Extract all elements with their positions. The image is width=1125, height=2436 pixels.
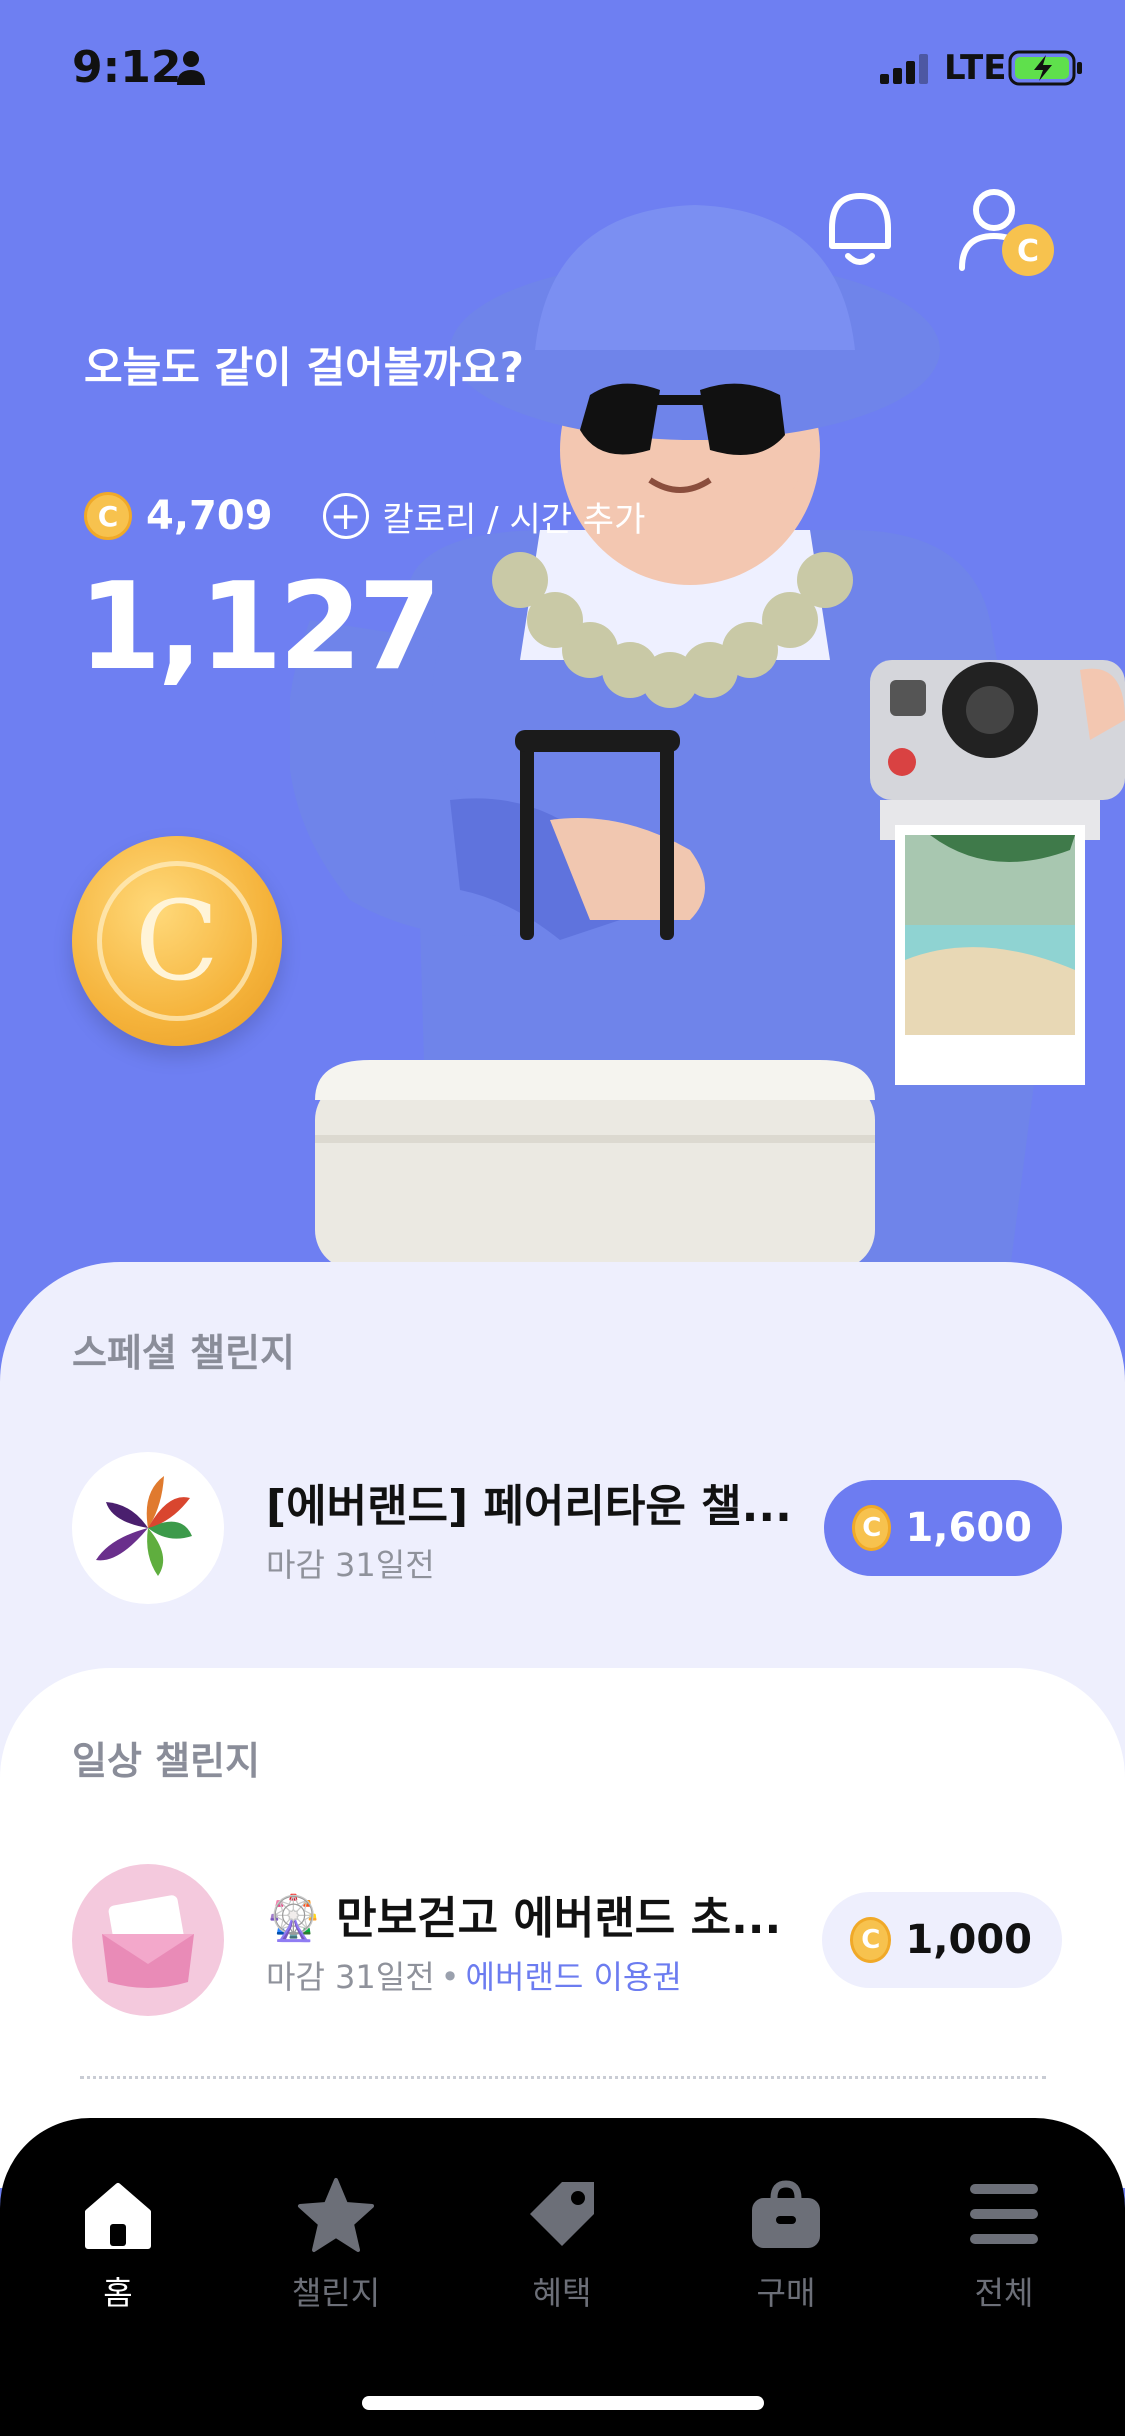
separator-dot: •	[440, 1958, 460, 1996]
coin-icon: C	[97, 861, 257, 1021]
collect-coin-button[interactable]: C	[72, 836, 282, 1046]
points-balance: 4,709	[146, 493, 273, 539]
home-indicator[interactable]	[362, 2396, 764, 2410]
envelope-icon	[102, 1895, 194, 1988]
challenge-title-text: 만보걷고 에버랜드 초...	[336, 1893, 782, 1944]
challenge-meta: 마감 31일전 • 에버랜드 이용권	[266, 1952, 682, 1998]
section-title-special: 스페셜 챌린지	[72, 1331, 295, 1375]
status-time: 9:12	[72, 42, 182, 93]
ticket-envelope-thumbnail	[72, 1864, 224, 2016]
greeting-text: 오늘도 같이 걸어볼까요?	[84, 343, 525, 392]
signal-icon	[880, 54, 928, 84]
battery-icon	[1008, 50, 1082, 86]
nav-label: 혜택	[532, 2274, 592, 2312]
special-challenge-item[interactable]: [에버랜드] 페어리타운 챌... 마감 31일전 C 1,600	[72, 1452, 1062, 1612]
coin-icon: C	[84, 492, 132, 540]
add-calorie-time-button[interactable]: + 칼로리 / 시간 추가	[322, 492, 646, 541]
notification-bell-icon[interactable]	[820, 188, 900, 272]
nav-label: 구매	[756, 2274, 816, 2312]
challenge-deadline: 마감 31일전	[266, 1546, 435, 1584]
ferris-wheel-icon: 🎡	[266, 1893, 321, 1944]
nav-challenge[interactable]: 챌린지	[256, 2174, 416, 2334]
app-screen: 9:12 LTE C 오늘도 같이 걸어볼까요? C 4,709 + 칼로리 /…	[0, 0, 1125, 2436]
challenge-title: 🎡 만보걷고 에버랜드 초...	[266, 1882, 781, 1946]
step-count: 1,127	[78, 558, 442, 697]
flower-logo-icon	[96, 1476, 192, 1576]
section-title-daily: 일상 챌린지	[72, 1739, 261, 1783]
coin-icon: C	[850, 1917, 892, 1963]
nav-label: 홈	[103, 2274, 133, 2312]
reward-amount: 1,600	[905, 1505, 1032, 1551]
bottom-navigation: 홈 챌린지 혜택 구매 전체	[0, 2118, 1125, 2436]
reward-badge[interactable]: C 1,600	[824, 1480, 1062, 1576]
points-row: C 4,709 + 칼로리 / 시간 추가	[84, 488, 645, 544]
bag-icon	[752, 2180, 820, 2248]
nav-purchase[interactable]: 구매	[706, 2174, 866, 2334]
daily-challenge-section: 일상 챌린지 🎡 만보걷고 에버랜드 초... 마감 31일전 • 에버랜드 이용권…	[0, 1668, 1125, 2188]
menu-icon	[970, 2184, 1038, 2244]
reward-amount: 1,000	[905, 1917, 1032, 1963]
status-bar: 9:12 LTE	[0, 0, 1125, 130]
home-icon	[85, 2183, 151, 2249]
plus-circle-icon: +	[322, 493, 369, 539]
nav-benefit[interactable]: 혜택	[482, 2174, 642, 2334]
coin-icon: C	[852, 1505, 892, 1551]
list-divider	[80, 2076, 1046, 2079]
profile-coin-icon[interactable]: C	[956, 186, 1056, 282]
person-icon	[177, 51, 205, 85]
nav-home[interactable]: 홈	[38, 2174, 198, 2334]
star-icon	[298, 2178, 374, 2252]
reward-badge[interactable]: C 1,000	[822, 1892, 1062, 1988]
challenge-tag: 에버랜드 이용권	[465, 1958, 682, 1996]
add-calorie-time-label: 칼로리 / 시간 추가	[382, 499, 646, 540]
nav-label: 챌린지	[291, 2274, 381, 2312]
nav-all[interactable]: 전체	[924, 2174, 1084, 2334]
nav-label: 전체	[974, 2274, 1034, 2312]
network-label: LTE	[944, 48, 1007, 88]
everland-logo-thumbnail	[72, 1452, 224, 1604]
daily-challenge-item[interactable]: 🎡 만보걷고 에버랜드 초... 마감 31일전 • 에버랜드 이용권 C 1,00…	[72, 1864, 1062, 2024]
svg-text:C: C	[1017, 234, 1039, 269]
challenge-title: [에버랜드] 페어리타운 챌...	[266, 1481, 792, 1532]
challenge-deadline: 마감 31일전	[266, 1958, 435, 1996]
tag-icon	[530, 2182, 594, 2246]
